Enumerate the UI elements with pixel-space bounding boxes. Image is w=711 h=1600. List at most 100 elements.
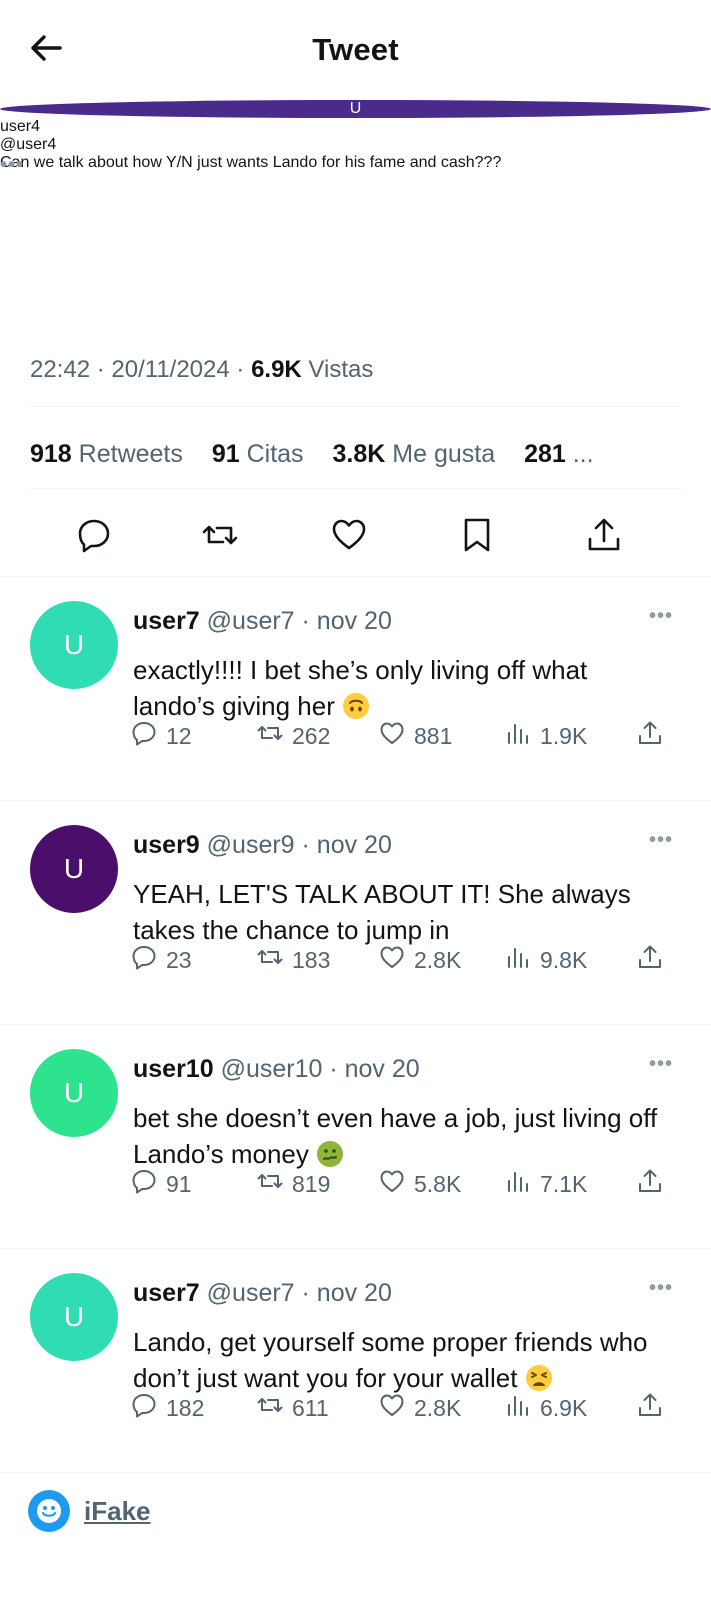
reply-text: Lando, get yourself some proper friends …	[133, 1327, 648, 1393]
retweet-icon	[256, 719, 284, 753]
retweet-button[interactable]: 611	[256, 1391, 329, 1425]
reply-count: 23	[166, 946, 192, 973]
avatar[interactable]: U	[30, 1273, 118, 1361]
retweet-icon[interactable]	[200, 515, 240, 555]
like-count: 2.8K	[414, 1394, 462, 1421]
retweet-icon	[256, 1167, 284, 1201]
display-name[interactable]: user7	[133, 607, 200, 635]
share-button[interactable]	[636, 1167, 664, 1201]
user-handle[interactable]: @user4	[0, 136, 711, 154]
handle-and-date[interactable]: @user9 · nov 20	[200, 831, 392, 859]
reply-icon[interactable]	[74, 515, 114, 555]
views-count: 1.9K	[540, 722, 588, 749]
divider	[30, 406, 681, 407]
more-options-icon[interactable]: •••	[649, 1053, 673, 1076]
reply-icon	[130, 943, 158, 977]
views-count: 6.9K	[251, 356, 302, 383]
avatar[interactable]: U	[30, 601, 118, 689]
bookmarks-stat[interactable]: 281 ...	[524, 440, 594, 468]
likes-stat[interactable]: 3.8K Me gusta	[333, 440, 496, 468]
views-button[interactable]: 7.1K	[504, 1167, 587, 1201]
more-options-icon[interactable]: •••	[649, 605, 673, 628]
reply-count: 12	[166, 722, 192, 749]
display-name[interactable]: user4	[0, 118, 711, 136]
views-count: 7.1K	[540, 1170, 588, 1197]
share-button[interactable]	[636, 1391, 664, 1425]
views-icon	[504, 1167, 532, 1201]
tweet-actions	[0, 515, 711, 559]
display-name[interactable]: user7	[133, 1279, 200, 1307]
reply-button[interactable]: 23	[130, 943, 192, 977]
share-icon	[636, 1391, 664, 1425]
bookmark-icon[interactable]	[457, 515, 497, 555]
reply-header: user7 @user7 · nov 20	[133, 607, 392, 636]
nauseated-face-emoji-icon	[316, 1140, 344, 1168]
like-button[interactable]: 2.8K	[378, 1391, 461, 1425]
tweet-meta: 22:42 · 20/11/2024 · 6.9K Vistas	[30, 356, 373, 384]
views-count: 6.9K	[540, 1394, 588, 1421]
like-count: 881	[414, 722, 453, 749]
reply-button[interactable]: 91	[130, 1167, 192, 1201]
handle-and-date[interactable]: @user7 · nov 20	[200, 1279, 392, 1307]
brand-label: iFake	[84, 1495, 151, 1526]
divider	[0, 1472, 711, 1473]
reply-tweet[interactable]: U user10 @user10 · nov 20 ••• bet she do…	[0, 1025, 711, 1249]
share-icon[interactable]	[584, 515, 624, 555]
like-icon[interactable]	[329, 515, 369, 555]
reply-icon	[130, 719, 158, 753]
avatar[interactable]: U	[0, 100, 711, 118]
retweet-count: 262	[292, 722, 331, 749]
share-button[interactable]	[636, 719, 664, 753]
like-count: 2.8K	[414, 946, 462, 973]
reply-tweet[interactable]: U user9 @user9 · nov 20 ••• YEAH, LET'S …	[0, 801, 711, 1025]
share-icon	[636, 943, 664, 977]
display-name[interactable]: user9	[133, 831, 200, 859]
share-button[interactable]	[636, 943, 664, 977]
avatar-letter: U	[349, 100, 362, 117]
handle-and-date[interactable]: @user10 · nov 20	[214, 1055, 420, 1083]
tweet-timestamp: 22:42 · 20/11/2024 ·	[30, 356, 252, 383]
retweets-stat[interactable]: 918 Retweets	[30, 440, 183, 468]
reply-button[interactable]: 12	[130, 719, 192, 753]
avatar[interactable]: U	[30, 1049, 118, 1137]
like-button[interactable]: 2.8K	[378, 943, 461, 977]
retweet-button[interactable]: 262	[256, 719, 330, 753]
retweet-icon	[256, 1391, 284, 1425]
reply-tweet[interactable]: U user7 @user7 · nov 20 ••• exactly!!!! …	[0, 577, 711, 801]
reply-actions: 12 262 881 1.9K	[0, 717, 711, 753]
retweet-button[interactable]: 819	[256, 1167, 330, 1201]
retweet-button[interactable]: 183	[256, 943, 330, 977]
display-name[interactable]: user10	[133, 1055, 214, 1083]
like-icon	[378, 1167, 406, 1201]
reply-text: bet she doesn’t even have a job, just li…	[133, 1103, 658, 1169]
engagement-stats: 918 Retweets 91 Citas 3.8K Me gusta 281 …	[30, 440, 616, 469]
reply-button[interactable]: 182	[130, 1391, 204, 1425]
handle-and-date[interactable]: @user7 · nov 20	[200, 607, 392, 635]
quotes-stat[interactable]: 91 Citas	[212, 440, 304, 468]
reply-header: user9 @user9 · nov 20	[133, 831, 392, 860]
more-options-icon[interactable]: •••	[649, 829, 673, 852]
reply-icon	[130, 1391, 158, 1425]
more-options-icon[interactable]: •••	[649, 1277, 673, 1300]
views-button[interactable]: 6.9K	[504, 1391, 587, 1425]
share-icon	[636, 1167, 664, 1201]
reply-actions: 91 819 5.8K 7.1K	[0, 1165, 711, 1201]
views-button[interactable]: 9.8K	[504, 943, 587, 977]
like-button[interactable]: 5.8K	[378, 1167, 461, 1201]
reply-tweet[interactable]: U user7 @user7 · nov 20 ••• Lando, get y…	[0, 1249, 711, 1473]
upside-down-face-emoji-icon	[342, 692, 370, 720]
avatar[interactable]: U	[30, 825, 118, 913]
reply-actions: 182 611 2.8K 6.9K	[0, 1389, 711, 1425]
more-options-icon[interactable]: •••	[0, 154, 24, 177]
avatar-letter: U	[63, 853, 85, 884]
views-button[interactable]: 1.9K	[504, 719, 587, 753]
like-button[interactable]: 881	[378, 719, 452, 753]
share-icon	[636, 719, 664, 753]
retweet-icon	[256, 943, 284, 977]
reply-count: 91	[166, 1170, 192, 1197]
avatar-letter: U	[63, 1077, 85, 1108]
divider	[30, 488, 681, 489]
reply-header: user7 @user7 · nov 20	[133, 1279, 392, 1308]
like-icon	[378, 1391, 406, 1425]
top-bar: Tweet	[0, 0, 711, 100]
